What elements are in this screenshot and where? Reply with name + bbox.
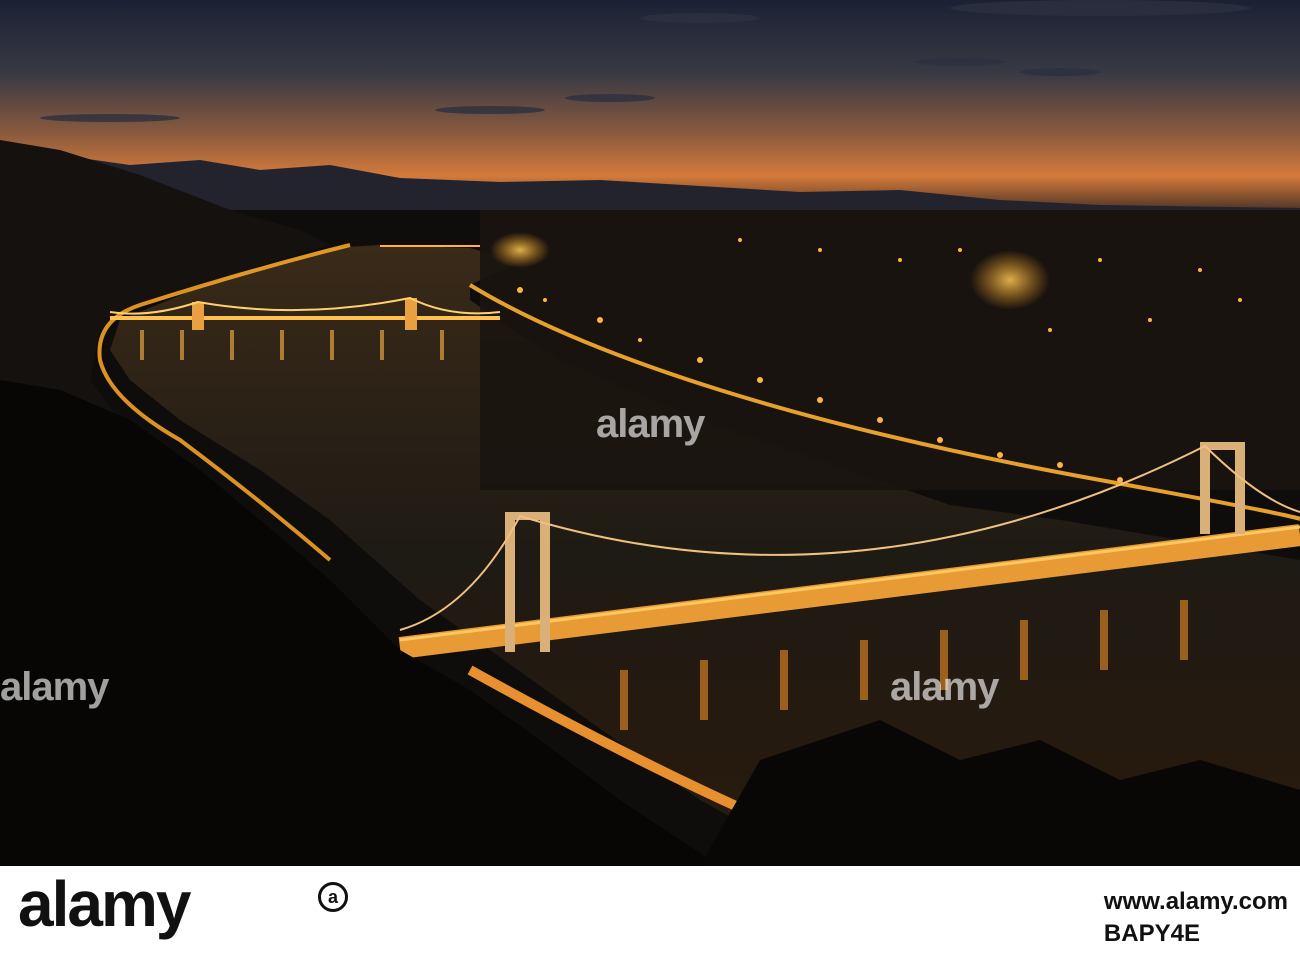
image-id: BAPY4E <box>1103 920 1200 947</box>
watermark-left: alamy <box>0 665 109 709</box>
alamy-logo-mark: a <box>318 882 348 912</box>
site-url: www.alamy.com <box>1103 888 1288 915</box>
parliament-glow <box>490 232 550 268</box>
image-meta: www.alamy.com BAPY4E <box>1104 888 1288 948</box>
stock-footer: alamy a www.alamy.com BAPY4E <box>0 866 1300 954</box>
alamy-logo: alamy <box>18 868 191 940</box>
watermark-right: alamy <box>890 665 999 709</box>
watermark-center: alamy <box>596 402 705 446</box>
basilica-glow <box>970 250 1050 310</box>
